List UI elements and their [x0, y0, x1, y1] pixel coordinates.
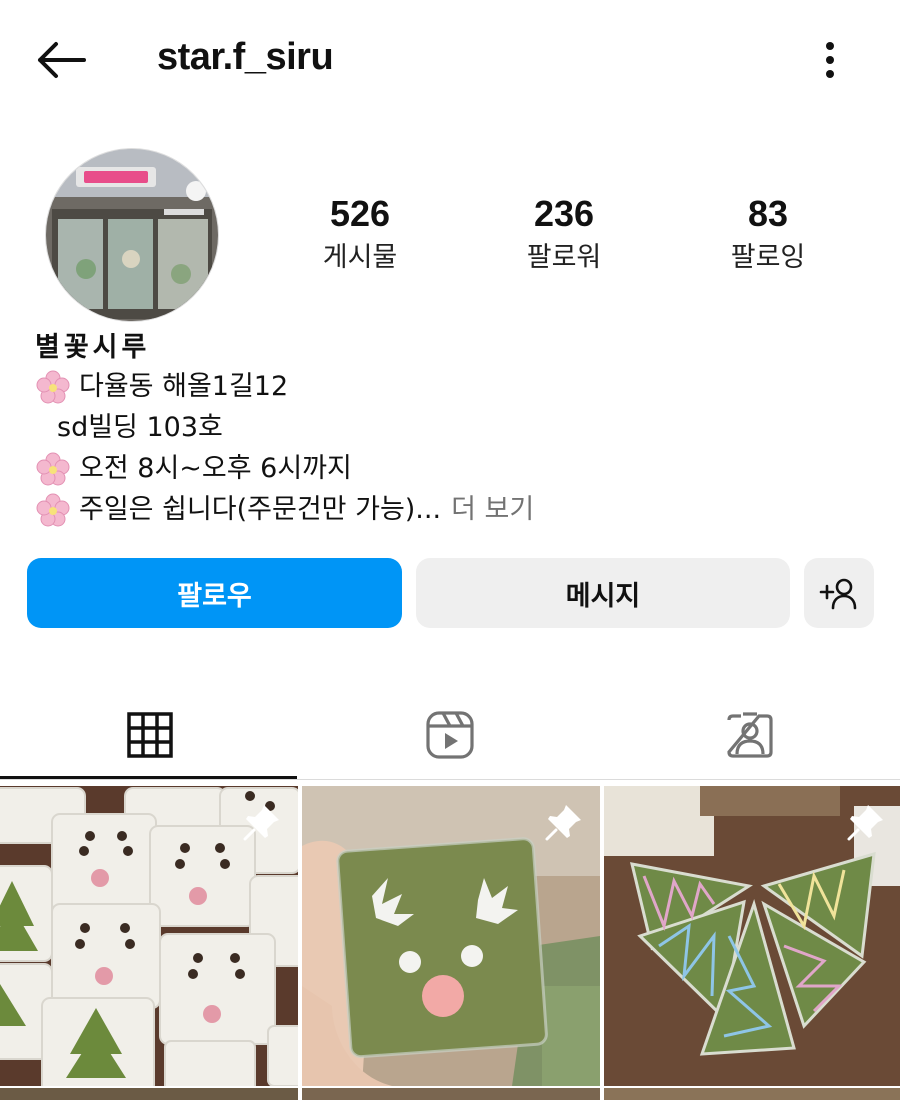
more-options-button[interactable]: [808, 35, 852, 85]
grid-icon: [127, 712, 173, 758]
bio-address-line: 다율동 해올1길12: [35, 366, 875, 407]
pinned-post-icon: [847, 805, 883, 841]
add-person-icon: [819, 578, 857, 610]
suggest-people-button[interactable]: [804, 558, 874, 628]
tagged-icon: [727, 712, 773, 758]
bio-hours: 오전 8시~오후 6시까지: [79, 453, 352, 484]
bio-hours-line: 오전 8시~오후 6시까지: [35, 448, 875, 489]
top-bar: star.f_siru: [0, 0, 900, 120]
profile-tabs: [0, 690, 900, 780]
arrow-left-icon: [38, 42, 86, 78]
followers-count-value: 236: [533, 193, 595, 234]
following-count-label: 팔로잉: [730, 242, 806, 273]
cherry-blossom-icon: [36, 452, 70, 485]
bio-closed: 주일은 쉽니다(주문건만 가능)...: [79, 494, 442, 525]
bio-more-link[interactable]: 더 보기: [451, 489, 534, 530]
pinned-post-icon: [243, 805, 279, 841]
bio-address: 다율동 해올1길12: [79, 371, 289, 402]
post-thumbnail-3[interactable]: [604, 786, 900, 1086]
bio-closed-line: 주일은 쉽니다(주문건만 가능)... 더 보기: [35, 489, 875, 530]
follow-button[interactable]: 팔로우: [27, 558, 402, 628]
posts-count: 526 게시물: [280, 195, 440, 273]
followers-count[interactable]: 236 팔로워: [484, 195, 644, 273]
following-count[interactable]: 83 팔로잉: [688, 195, 848, 273]
avatar[interactable]: [45, 148, 219, 322]
tab-tagged[interactable]: [600, 690, 900, 780]
post-thumbnail-row2-2[interactable]: [302, 1088, 600, 1100]
tab-reels[interactable]: [300, 690, 600, 780]
post-thumbnail-row2-1[interactable]: [0, 1088, 298, 1100]
cherry-blossom-icon: [36, 370, 70, 403]
posts-count-value: 526: [329, 193, 391, 234]
bio-building: sd빌딩 103호: [57, 412, 223, 443]
cherry-blossom-icon: [36, 493, 70, 526]
pinned-post-icon: [545, 805, 581, 841]
post-thumbnail-1[interactable]: [0, 786, 298, 1086]
posts-grid: [0, 786, 900, 1100]
following-count-value: 83: [747, 193, 789, 234]
more-vertical-icon: [826, 42, 834, 78]
back-button[interactable]: [30, 35, 90, 85]
profile-bio: 별꽃시루 다율동 해올1길12 sd빌딩 103호 오전 8시~오후 6시까지 …: [35, 330, 875, 530]
post-thumbnail-2[interactable]: [302, 786, 600, 1086]
profile-display-name: 별꽃시루: [35, 332, 151, 363]
reels-icon: [426, 711, 474, 759]
active-tab-indicator: [0, 776, 297, 779]
tab-posts-grid[interactable]: [0, 690, 300, 780]
followers-count-label: 팔로워: [526, 242, 602, 273]
posts-count-label: 게시물: [322, 242, 398, 273]
store-front-photo: [46, 149, 218, 321]
bio-building-line: sd빌딩 103호: [35, 407, 875, 448]
message-button[interactable]: 메시지: [416, 558, 790, 628]
profile-username: star.f_siru: [157, 36, 334, 78]
tabs-divider: [0, 779, 900, 780]
post-thumbnail-row2-3[interactable]: [604, 1088, 900, 1100]
